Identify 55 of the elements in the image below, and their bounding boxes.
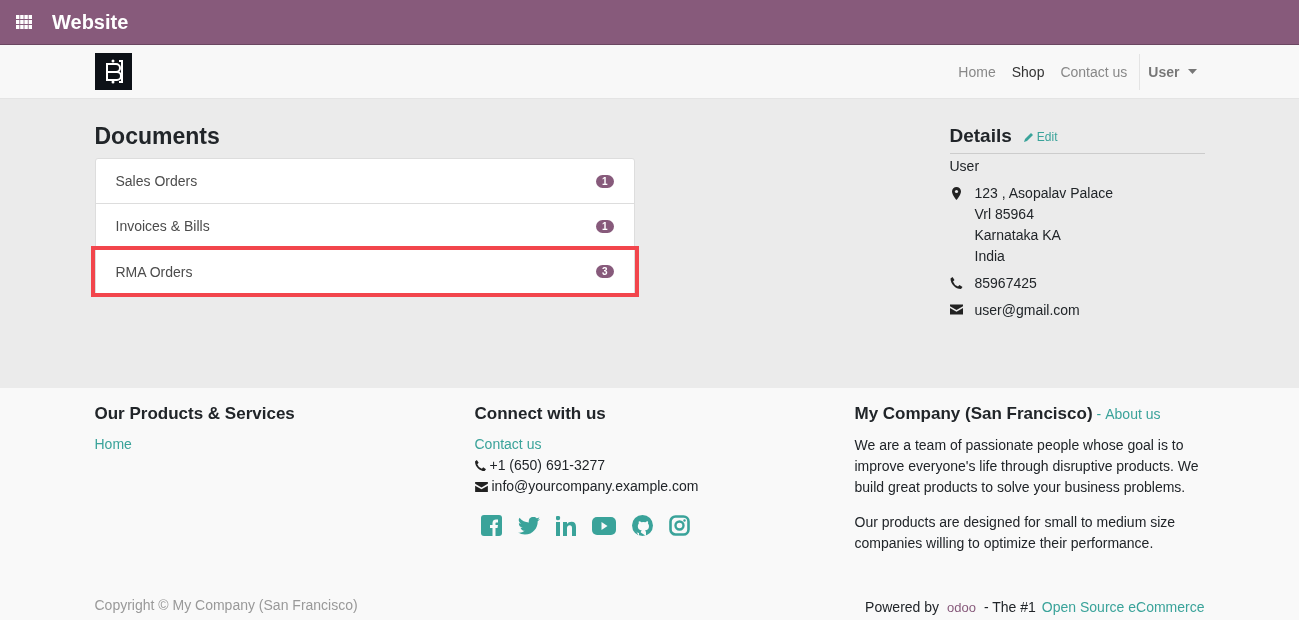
- camera-icon[interactable]: [668, 515, 690, 536]
- nav-link[interactable]: Contact us: [1052, 63, 1136, 80]
- document-label: Invoices & Bills: [115, 218, 210, 234]
- powered-by-text: Powered by: [865, 599, 940, 615]
- envelope-icon: [949, 304, 963, 315]
- user-menu[interactable]: User: [1140, 63, 1205, 80]
- facebook-icon[interactable]: [480, 515, 502, 536]
- linkedin-icon[interactable]: [555, 515, 576, 536]
- documents-heading: Documents: [94, 123, 221, 150]
- address-line: India: [974, 247, 1006, 266]
- address-line: Karnataka KA: [974, 226, 1062, 245]
- nav-link[interactable]: Home: [950, 63, 1004, 80]
- footer-heading: Our Products & Services: [94, 404, 296, 424]
- footer-heading: Connect with us: [474, 404, 607, 424]
- phone-icon: [949, 277, 963, 289]
- footer-email: info@yourcompany.example.com: [491, 477, 699, 496]
- phone-icon: [474, 460, 486, 471]
- contact-link[interactable]: Contact us: [474, 434, 855, 455]
- footer-phone: +1 (650) 691-3277: [489, 456, 606, 475]
- count-badge: 3: [595, 265, 614, 278]
- copyright-text: Copyright © My Company (San Francisco): [94, 597, 358, 615]
- document-label: Sales Orders: [115, 173, 198, 189]
- company-description: Our products are designed for small to medium size companies willing to optimize their performance.: [854, 513, 1177, 553]
- user-name: User: [949, 157, 981, 176]
- document-link[interactable]: Sales Orders 1: [95, 159, 634, 204]
- separator-dash: -: [1096, 406, 1102, 422]
- odoo-logo[interactable]: odoo: [947, 600, 976, 615]
- github-icon[interactable]: [631, 515, 653, 536]
- ecommerce-link[interactable]: Open Source eCommerce: [1041, 597, 1205, 618]
- twitter-icon[interactable]: [517, 516, 540, 535]
- company-logo-icon[interactable]: [94, 53, 132, 90]
- count-badge: 1: [595, 219, 614, 233]
- document-label: RMA Orders: [115, 263, 193, 280]
- caret-icon: [1187, 69, 1197, 74]
- tagline-text: - The #1: [983, 599, 1036, 615]
- footer-heading: My Company (San Francisco): [854, 404, 1093, 424]
- count-badge: 1: [595, 174, 614, 188]
- edit-link[interactable]: Edit: [1023, 130, 1058, 144]
- map-marker-icon: [949, 187, 963, 200]
- address-line: 123 , Asopalav Palace: [974, 184, 1114, 203]
- footer-link[interactable]: Home: [94, 434, 475, 455]
- app-title: Website: [52, 10, 129, 34]
- video-play-icon[interactable]: [591, 516, 616, 535]
- nav-link[interactable]: Shop: [1003, 63, 1053, 80]
- about-link[interactable]: About us: [1105, 404, 1161, 425]
- phone-number: 85967425: [974, 274, 1037, 293]
- envelope-icon: [474, 481, 488, 492]
- details-heading: Details: [949, 125, 1012, 147]
- company-description: We are a team of passionate people whose goal is to improve everyone's life through disruptive products. We build great products to solve your business problems.: [854, 436, 1200, 497]
- document-link[interactable]: RMA Orders 3: [93, 249, 636, 294]
- email-address: user@gmail.com: [974, 301, 1080, 320]
- address-line: Vrl 85964: [974, 205, 1035, 224]
- apps-menu-icon[interactable]: [16, 15, 32, 29]
- pencil-icon: [1023, 132, 1034, 142]
- document-link[interactable]: Invoices & Bills 1: [95, 204, 634, 249]
